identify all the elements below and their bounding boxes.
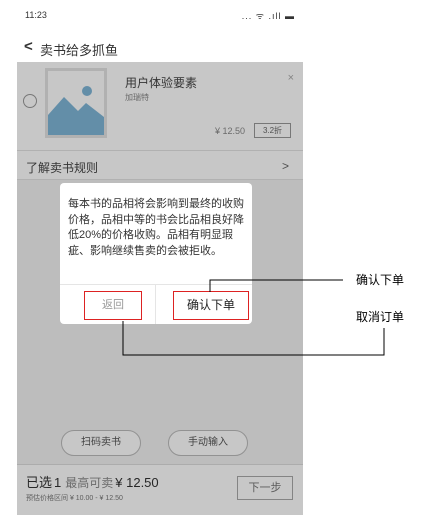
annotation-lines — [122, 279, 385, 356]
cancel-annotation-label: 取消订单 — [356, 310, 405, 324]
confirm-annotation-label: 确认下单 — [356, 273, 405, 287]
cancel-annotation-line — [122, 321, 385, 356]
confirm-annotation-line — [209, 279, 343, 292]
